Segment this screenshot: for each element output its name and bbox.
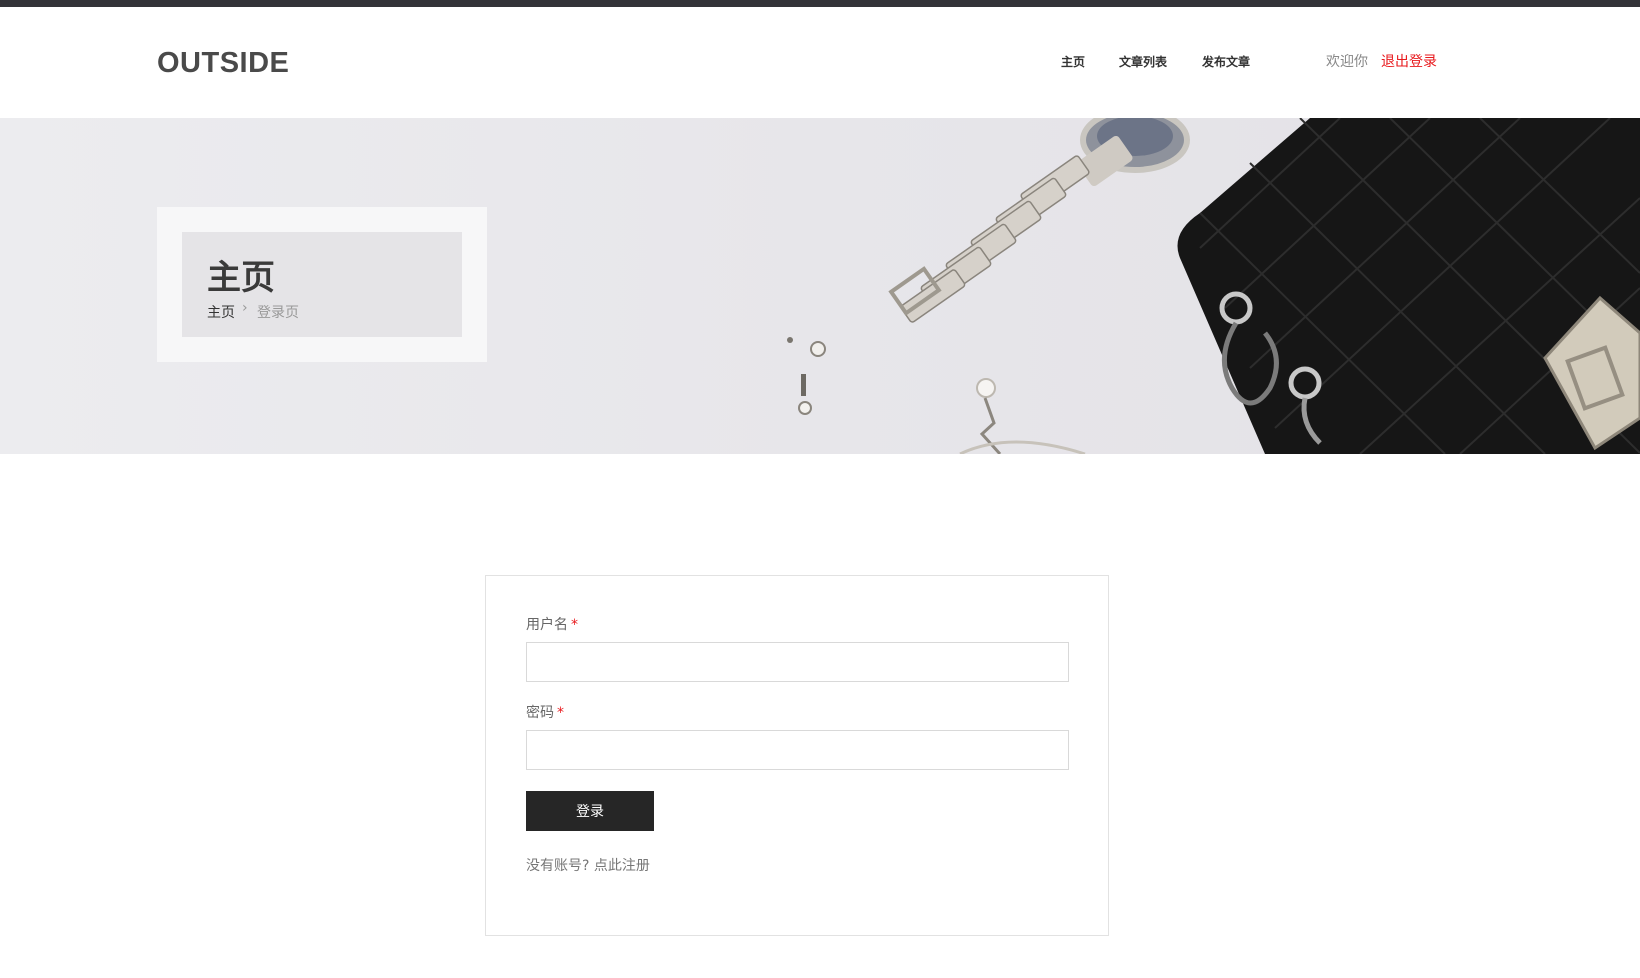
- register-prompt: 没有账号? 点此注册: [526, 855, 650, 875]
- register-link[interactable]: 点此注册: [594, 858, 650, 874]
- watch-illustration: [888, 118, 1190, 323]
- page-title-inner: 主页 主页 › 登录页: [182, 232, 462, 337]
- nav-publish-article[interactable]: 发布文章: [1202, 53, 1250, 70]
- username-label-text: 用户名: [526, 617, 568, 633]
- login-form: 用户名 * 密码 * 登录 没有账号? 点此注册: [485, 575, 1109, 936]
- password-input[interactable]: [526, 730, 1069, 770]
- earrings-illustration: [787, 337, 1086, 454]
- nav-home[interactable]: 主页: [1061, 53, 1085, 70]
- password-label-text: 密码: [526, 705, 554, 721]
- page-title: 主页: [207, 258, 275, 298]
- breadcrumb-home[interactable]: 主页: [207, 302, 235, 322]
- breadcrumb-current: 登录页: [257, 305, 299, 321]
- site-header: OUTSIDE 主页 文章列表 发布文章 欢迎你 退出登录: [0, 7, 1640, 118]
- welcome-text: 欢迎你: [1326, 54, 1368, 70]
- top-strip: [0, 0, 1640, 7]
- nav-article-list[interactable]: 文章列表: [1119, 53, 1167, 70]
- required-mark: *: [557, 705, 564, 721]
- username-label: 用户名 *: [526, 614, 578, 634]
- logout-link[interactable]: 退出登录: [1381, 51, 1437, 71]
- username-input[interactable]: [526, 642, 1069, 682]
- no-account-text: 没有账号?: [526, 858, 590, 874]
- page-title-box: 主页 主页 › 登录页: [157, 207, 487, 362]
- hero-banner: 主页 主页 › 登录页: [0, 118, 1640, 454]
- site-logo[interactable]: OUTSIDE: [157, 47, 289, 80]
- handbag-illustration: [1177, 118, 1640, 454]
- breadcrumb-chevron-icon: ›: [242, 300, 248, 316]
- login-button[interactable]: 登录: [526, 791, 654, 831]
- required-mark: *: [571, 617, 578, 633]
- password-label: 密码 *: [526, 702, 564, 722]
